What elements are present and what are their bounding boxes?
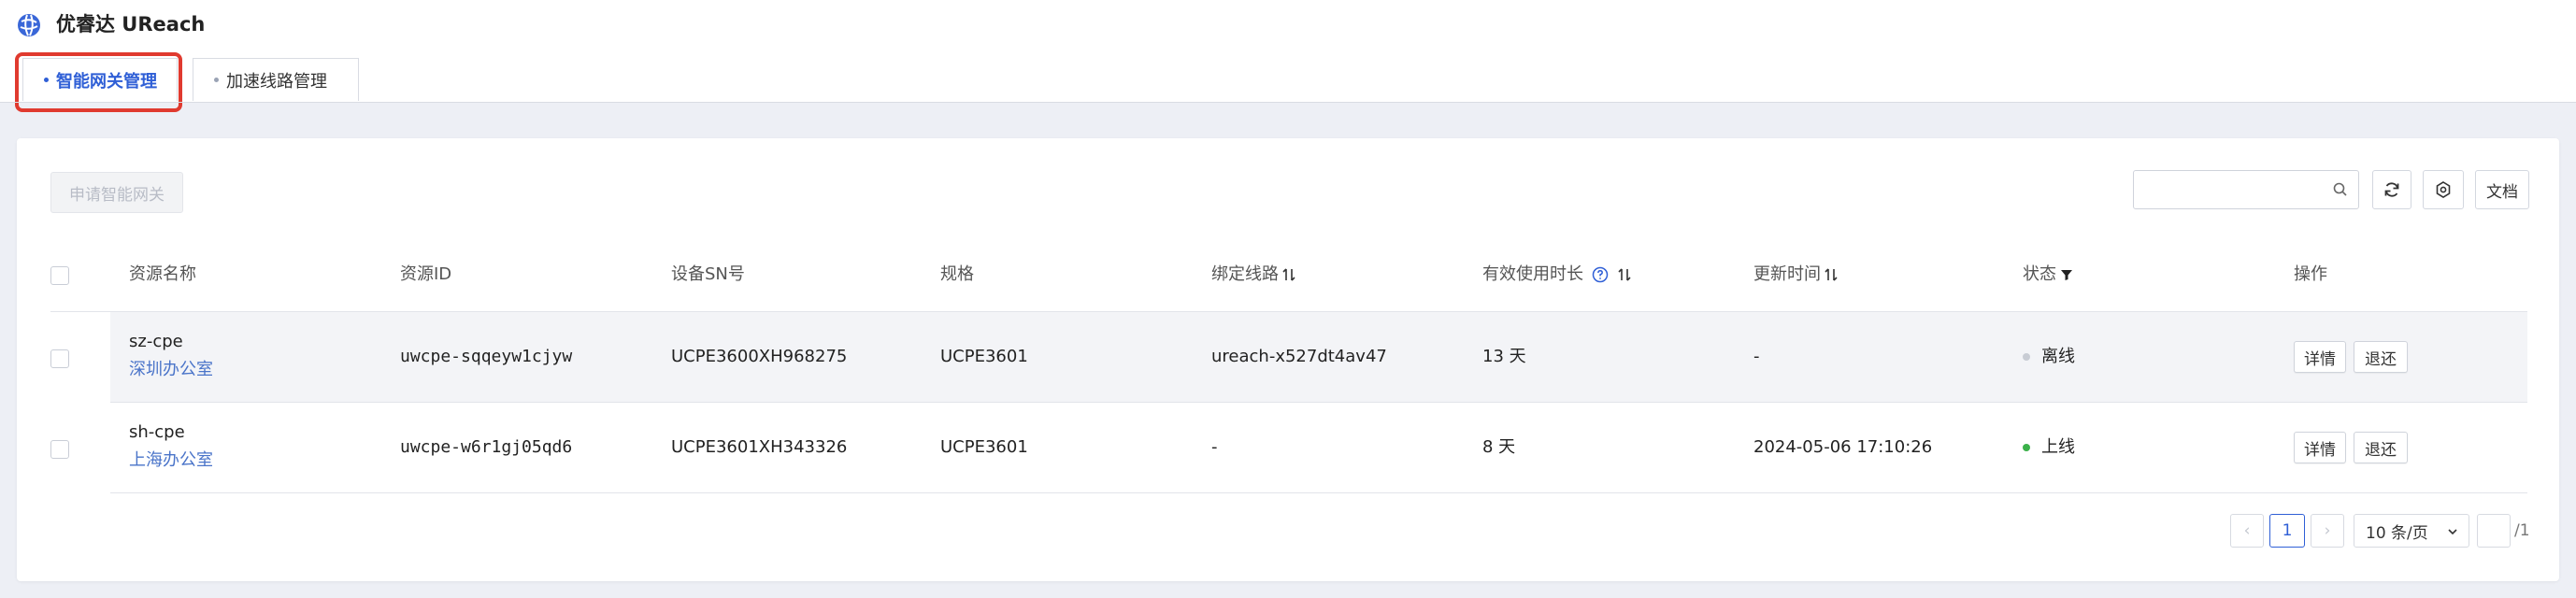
column-header-line[interactable]: 绑定线路 bbox=[1211, 263, 1296, 286]
filter-icon[interactable] bbox=[2059, 267, 2074, 282]
updated-time: - bbox=[1753, 347, 1760, 366]
column-header-updated-label: 更新时间 bbox=[1753, 264, 1821, 284]
prev-page-button[interactable]: ‹ bbox=[2230, 514, 2264, 548]
sort-icon bbox=[1282, 268, 1295, 281]
table-row: sz-cpe 深圳办公室 uwcpe-sqqeyw1cjyw UCPE3600X… bbox=[110, 312, 2527, 403]
row-checkbox[interactable] bbox=[50, 440, 69, 459]
spec: UCPE3601 bbox=[940, 347, 1028, 366]
column-header-status[interactable]: 状态 bbox=[2023, 263, 2074, 286]
chevron-down-icon bbox=[2448, 529, 2457, 535]
return-button[interactable]: 退还 bbox=[2354, 341, 2408, 373]
spec: UCPE3601 bbox=[940, 437, 1028, 457]
divider bbox=[0, 102, 2576, 103]
main-card: 申请智能网关 文档 资源名称 资源ID 设备SN号 规格 绑定线路 有效使用时长… bbox=[17, 138, 2559, 581]
updated-time: 2024-05-06 17:10:26 bbox=[1753, 437, 1933, 457]
column-header-duration[interactable]: 有效使用时长 bbox=[1482, 263, 1632, 286]
column-header-spec: 规格 bbox=[940, 264, 974, 284]
tab-label: 加速线路管理 bbox=[226, 71, 327, 92]
gear-icon bbox=[2436, 181, 2451, 198]
table-row: sh-cpe 上海办公室 uwcpe-w6r1gj05qd6 UCPE3601X… bbox=[110, 403, 2527, 493]
resource-id: uwcpe-w6r1gj05qd6 bbox=[400, 437, 573, 457]
status-text: 上线 bbox=[2041, 437, 2075, 457]
resource-name: sz-cpe bbox=[129, 332, 183, 351]
column-header-ops: 操作 bbox=[2294, 264, 2327, 284]
column-header-updated[interactable]: 更新时间 bbox=[1753, 263, 1839, 286]
globe-logo-icon bbox=[18, 14, 40, 36]
column-header-duration-label: 有效使用时长 bbox=[1482, 264, 1583, 284]
detail-button[interactable]: 详情 bbox=[2294, 432, 2346, 463]
bound-line: ureach-x527dt4av47 bbox=[1211, 347, 1387, 366]
column-header-status-label: 状态 bbox=[2023, 264, 2056, 284]
column-header-id: 资源ID bbox=[400, 264, 452, 284]
resource-name: sh-cpe bbox=[129, 422, 185, 442]
tab-line-management[interactable]: 加速线路管理 bbox=[193, 58, 359, 101]
select-all-checkbox[interactable] bbox=[50, 266, 69, 285]
total-pages: /1 bbox=[2514, 521, 2530, 540]
tab-dot-icon bbox=[214, 78, 219, 82]
sort-icon bbox=[1618, 268, 1631, 281]
return-button[interactable]: 退还 bbox=[2354, 432, 2408, 463]
page-jump-input[interactable] bbox=[2477, 514, 2511, 548]
app-title: 优睿达 UReach bbox=[56, 13, 206, 36]
status-badge: 离线 bbox=[2023, 346, 2075, 368]
search-input[interactable] bbox=[2133, 170, 2359, 209]
status-text: 离线 bbox=[2041, 347, 2075, 366]
status-dot-icon bbox=[2023, 444, 2030, 451]
office-link[interactable]: 上海办公室 bbox=[129, 449, 213, 472]
table-header: 资源名称 资源ID 设备SN号 规格 绑定线路 有效使用时长 更新时间 状态 操… bbox=[50, 239, 2527, 312]
refresh-icon bbox=[2384, 182, 2399, 197]
sort-icon bbox=[1825, 268, 1838, 281]
search-icon bbox=[2333, 182, 2347, 196]
bound-line: - bbox=[1211, 437, 1218, 457]
device-sn: UCPE3601XH343326 bbox=[671, 437, 848, 457]
duration: 8 天 bbox=[1482, 437, 1516, 457]
page-size-select[interactable]: 10 条/页 bbox=[2354, 514, 2469, 548]
column-header-name: 资源名称 bbox=[129, 264, 196, 284]
column-header-sn: 设备SN号 bbox=[671, 264, 745, 284]
page-number-button[interactable]: 1 bbox=[2269, 514, 2305, 548]
refresh-button[interactable] bbox=[2372, 170, 2411, 209]
next-page-button[interactable]: › bbox=[2311, 514, 2344, 548]
settings-button[interactable] bbox=[2423, 170, 2464, 209]
status-badge: 上线 bbox=[2023, 436, 2075, 459]
row-checkbox[interactable] bbox=[50, 349, 69, 368]
device-sn: UCPE3600XH968275 bbox=[671, 347, 848, 366]
docs-button[interactable]: 文档 bbox=[2475, 170, 2529, 209]
column-header-line-label: 绑定线路 bbox=[1211, 264, 1279, 284]
apply-gateway-button[interactable]: 申请智能网关 bbox=[50, 172, 183, 213]
duration: 13 天 bbox=[1482, 347, 1526, 366]
resource-id: uwcpe-sqqeyw1cjyw bbox=[400, 347, 573, 366]
page-size-label: 10 条/页 bbox=[2366, 523, 2428, 543]
office-link[interactable]: 深圳办公室 bbox=[129, 359, 213, 381]
top-bar: 优睿达 UReach 智能网关管理 加速线路管理 bbox=[0, 0, 2576, 112]
detail-button[interactable]: 详情 bbox=[2294, 341, 2346, 373]
status-dot-icon bbox=[2023, 353, 2030, 361]
help-icon[interactable] bbox=[1591, 265, 1610, 284]
tab-highlight-box bbox=[15, 52, 182, 112]
